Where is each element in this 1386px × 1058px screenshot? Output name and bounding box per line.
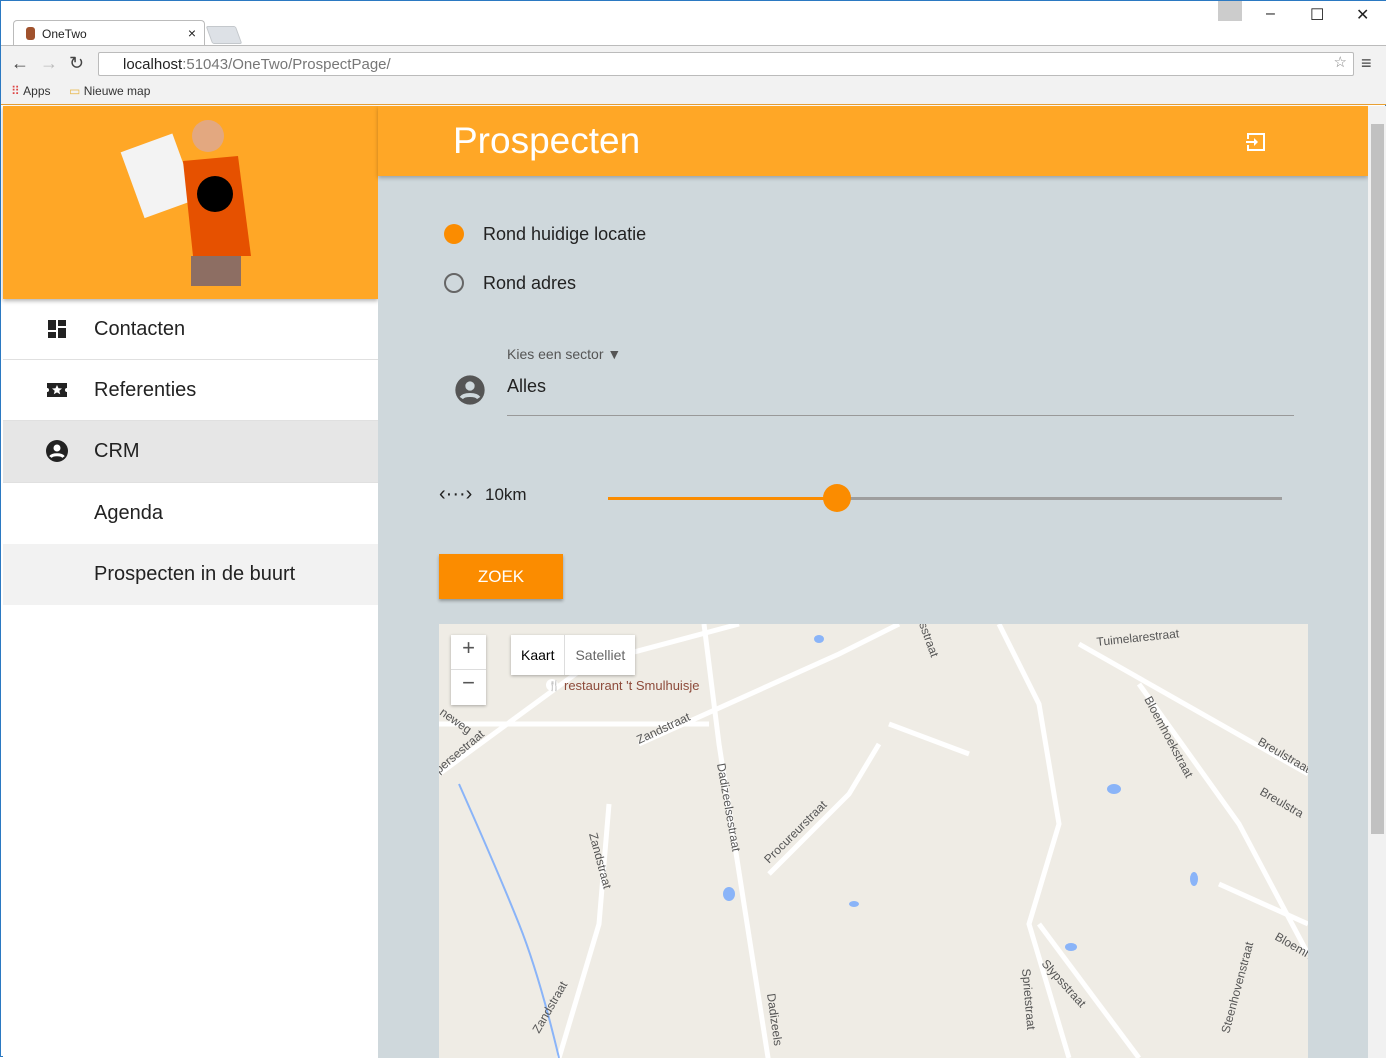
distance-slider[interactable]: [608, 484, 1282, 512]
account-circle-icon: [46, 440, 68, 462]
radio-unchecked-icon: [444, 273, 464, 293]
sector-select-label: Kies een sector ▼: [507, 346, 622, 362]
minimize-button[interactable]: –: [1266, 5, 1275, 23]
exit-icon[interactable]: [1244, 130, 1268, 154]
folder-icon: ▭: [69, 84, 81, 98]
sidebar: Contacten Referenties CRM Agenda Prospec…: [3, 106, 378, 1058]
zoom-controls: + −: [451, 635, 486, 705]
zoom-out-button[interactable]: −: [451, 670, 486, 705]
sidebar-item-label: Contacten: [94, 318, 186, 340]
page-title: Prospecten: [453, 120, 641, 161]
close-tab-icon[interactable]: ×: [188, 25, 196, 41]
maximize-button[interactable]: ☐: [1310, 5, 1324, 25]
map-type-satelliet[interactable]: Satelliet: [565, 635, 635, 675]
scrollbar-thumb[interactable]: [1371, 124, 1384, 834]
close-window-button[interactable]: ✕: [1356, 5, 1369, 25]
forward-icon[interactable]: →: [40, 53, 58, 74]
address-bar[interactable]: localhost:51043/OneTwo/ProspectPage/ ☆: [98, 52, 1354, 76]
street-label: Bloemh: [1273, 929, 1309, 961]
zoom-in-button[interactable]: +: [451, 635, 486, 670]
dashboard-icon: [48, 320, 66, 338]
street-label: Breulstraat: [1256, 734, 1309, 775]
bookmark-star-icon[interactable]: ☆: [1334, 53, 1347, 71]
reload-icon[interactable]: ↻: [69, 53, 84, 74]
browser-tab[interactable]: OneTwo ×: [13, 20, 205, 46]
bookmark-apps[interactable]: ⠿ Apps: [11, 84, 51, 98]
map[interactable]: Zandstraat Dadizeelsestraat Procureurstr…: [439, 624, 1308, 1058]
radio-checked-icon: [444, 224, 464, 244]
ticket-star-icon: [47, 383, 67, 397]
search-button[interactable]: ZOEK: [439, 554, 563, 599]
sector-select-value: Alles: [507, 376, 547, 396]
sidebar-item-contacten[interactable]: Contacten: [3, 299, 378, 360]
main-content: Prospecten Rond huidige locatie Rond adr…: [378, 106, 1368, 1058]
street-label: Zandstraat: [634, 710, 693, 747]
favicon-icon: [26, 27, 35, 40]
map-canvas: Zandstraat Dadizeelsestraat Procureurstr…: [439, 624, 1308, 1058]
mascot-illustration: [120, 120, 251, 286]
apps-grid-icon: ⠿: [11, 84, 20, 98]
street-label: Procureurstraat: [761, 797, 830, 866]
scrollbar[interactable]: [1368, 106, 1386, 1058]
sidebar-item-label: Agenda: [94, 502, 163, 524]
poi-label[interactable]: restaurant 't Smulhuisje: [564, 678, 699, 693]
street-label: Sprietstraat: [1019, 968, 1038, 1031]
street-label: neweg: [439, 705, 474, 737]
sidebar-item-label: Prospecten in de buurt: [94, 563, 296, 585]
chrome-menu-icon[interactable]: ≡: [1361, 53, 1372, 74]
back-icon[interactable]: ←: [11, 53, 29, 74]
street-label: Zandstraat: [586, 831, 615, 891]
browser-titlebar: OneTwo × – ☐ ✕: [1, 1, 1386, 46]
new-tab-button[interactable]: [205, 26, 243, 44]
app-bar: Prospecten: [378, 106, 1368, 176]
sidebar-item-label: Referenties: [94, 379, 197, 401]
slider-fill: [608, 497, 838, 500]
slider-thumb[interactable]: [823, 484, 852, 512]
tab-title: OneTwo: [42, 27, 87, 41]
street-label: Tuimelarestraat: [1096, 626, 1181, 649]
restaurant-icon: 🍴: [548, 679, 560, 692]
sidebar-item-prospecten-in-de-buurt[interactable]: Prospecten in de buurt: [3, 544, 378, 605]
street-label: Dadizeelsestraat: [714, 762, 743, 853]
street-label: Steenhovenstraat: [1218, 940, 1256, 1035]
sidebar-item-referenties[interactable]: Referenties: [3, 360, 378, 421]
sidebar-item-agenda[interactable]: Agenda: [3, 483, 378, 544]
street-label: Zandstraat: [529, 978, 570, 1035]
distance-arrows-icon: ‹···›: [439, 483, 473, 505]
distance-label: 10km: [485, 485, 527, 504]
map-type-control: Kaart Satelliet: [511, 635, 636, 675]
street-label: Breulstra: [1258, 784, 1307, 820]
account-circle-icon: [455, 375, 485, 405]
map-type-kaart[interactable]: Kaart: [511, 635, 566, 675]
street-label: sstraat: [916, 624, 942, 659]
hero-banner: [3, 106, 378, 299]
browser-toolbar: ← → ↻ localhost:51043/OneTwo/ProspectPag…: [1, 45, 1386, 105]
sidebar-item-crm[interactable]: CRM: [3, 421, 378, 483]
profile-icon[interactable]: [1218, 1, 1242, 21]
bookmark-folder[interactable]: ▭ Nieuwe map: [69, 84, 150, 98]
sector-select[interactable]: Kies een sector ▼ Alles: [507, 346, 1294, 416]
sidebar-item-label: CRM: [94, 440, 140, 462]
